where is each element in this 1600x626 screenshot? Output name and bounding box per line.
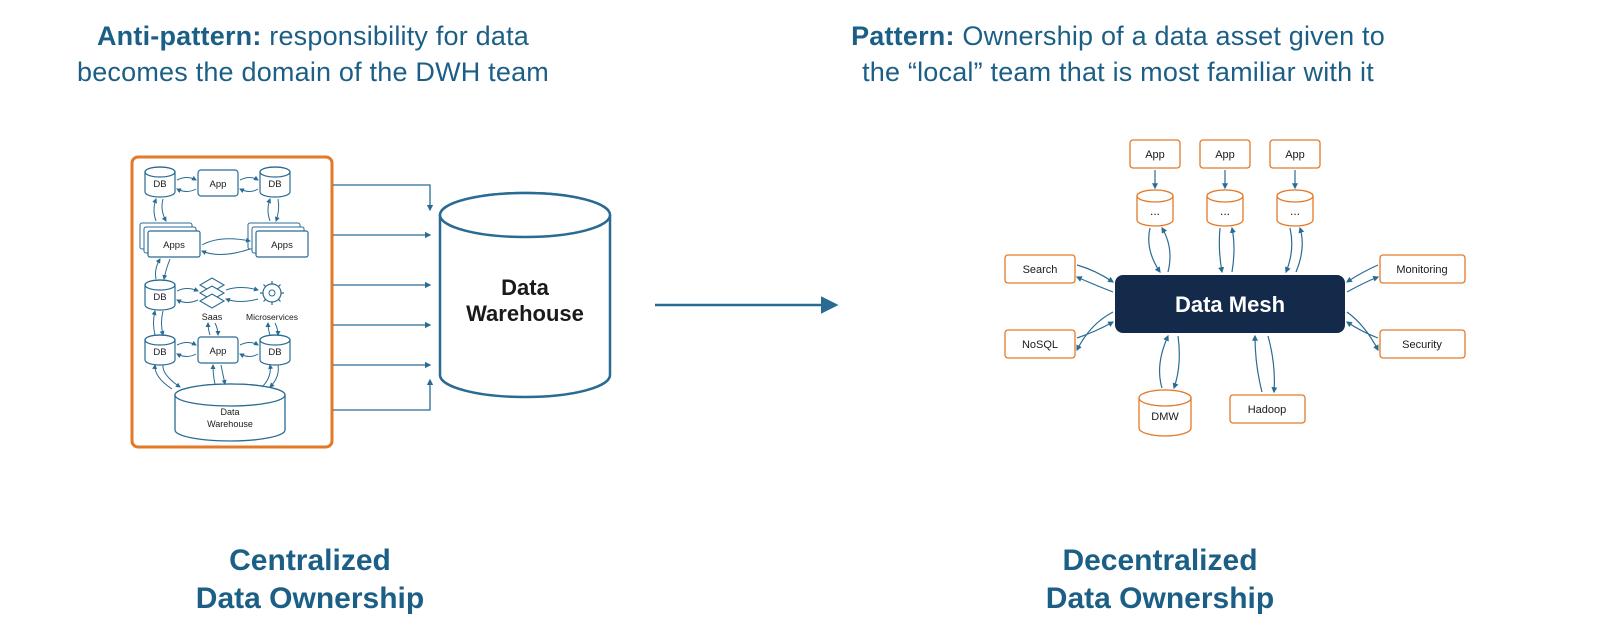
data-warehouse-cylinder: Data Warehouse <box>440 193 610 397</box>
svg-text:DB: DB <box>153 347 166 358</box>
centralized-title: Centralized Data Ownership <box>130 542 490 617</box>
db-node-2: DB <box>260 167 290 197</box>
app-node-bottom: App <box>198 337 238 363</box>
big-dw-label-1: Data <box>501 275 549 300</box>
svg-text:DB: DB <box>153 179 166 190</box>
svg-text:Data: Data <box>220 407 239 417</box>
pattern-label: Pattern: <box>851 21 955 51</box>
decentralized-diagram: App App App ... ... <box>950 130 1510 490</box>
small-dw-cylinder: Data Warehouse <box>175 384 285 441</box>
svg-text:Data Mesh: Data Mesh <box>1175 292 1285 317</box>
svg-text:Warehouse: Warehouse <box>207 419 253 429</box>
app-node-top: App <box>198 170 238 196</box>
svg-text:App: App <box>210 179 227 190</box>
pattern-text-line2: the “local” team that is most familiar w… <box>862 57 1374 87</box>
centralized-line2: Data Ownership <box>196 582 424 615</box>
anti-pattern-text-line1: responsibility for data <box>262 21 529 51</box>
svg-text:NoSQL: NoSQL <box>1022 339 1058 351</box>
centralized-line1: Centralized <box>229 544 391 577</box>
transition-arrow-icon <box>655 295 845 315</box>
mesh-cyl-3: ... <box>1277 190 1313 226</box>
search-node: Search <box>1005 255 1075 283</box>
svg-text:Search: Search <box>1023 264 1058 276</box>
svg-text:Apps: Apps <box>163 240 185 251</box>
svg-text:App: App <box>1285 149 1305 161</box>
svg-text:App: App <box>1145 149 1165 161</box>
anti-pattern-label: Anti-pattern: <box>97 21 262 51</box>
anti-pattern-heading: Anti-pattern: responsibility for data be… <box>20 18 606 91</box>
mesh-app-1: App <box>1130 140 1180 168</box>
svg-text:Saas: Saas <box>202 312 223 322</box>
monitoring-node: Monitoring <box>1380 255 1465 283</box>
decentralized-title: Decentralized Data Ownership <box>960 542 1360 617</box>
svg-text:...: ... <box>1220 204 1230 218</box>
db-node-4: DB <box>145 335 175 365</box>
saas-node: Saas <box>200 278 224 322</box>
decentralized-line1: Decentralized <box>1062 544 1257 577</box>
svg-text:...: ... <box>1290 204 1300 218</box>
mesh-cyl-1: ... <box>1137 190 1173 226</box>
svg-text:DB: DB <box>268 179 281 190</box>
decentralized-line2: Data Ownership <box>1046 582 1274 615</box>
anti-pattern-text-line2: becomes the domain of the DWH team <box>77 57 549 87</box>
svg-text:...: ... <box>1150 204 1160 218</box>
nosql-node: NoSQL <box>1005 330 1075 358</box>
mesh-app-3: App <box>1270 140 1320 168</box>
svg-text:App: App <box>1215 149 1235 161</box>
db-node-1: DB <box>145 167 175 197</box>
apps-stack-right: Apps <box>248 223 308 257</box>
svg-text:Security: Security <box>1402 339 1442 351</box>
apps-stack-left: Apps <box>140 223 200 257</box>
microservices-node: Microservices <box>246 281 298 322</box>
svg-text:DMW: DMW <box>1151 411 1179 423</box>
data-mesh-core: Data Mesh <box>1115 275 1345 333</box>
svg-text:Microservices: Microservices <box>246 312 298 322</box>
dmw-node: DMW <box>1139 390 1191 436</box>
svg-text:Apps: Apps <box>271 240 293 251</box>
hadoop-node: Hadoop <box>1230 395 1305 423</box>
mesh-cyl-2: ... <box>1207 190 1243 226</box>
svg-text:DB: DB <box>268 347 281 358</box>
security-node: Security <box>1380 330 1465 358</box>
svg-text:Hadoop: Hadoop <box>1248 404 1287 416</box>
centralized-diagram: Data Warehouse DB App <box>130 155 640 475</box>
svg-text:App: App <box>210 346 227 357</box>
db-node-5: DB <box>260 335 290 365</box>
mesh-app-2: App <box>1200 140 1250 168</box>
big-dw-label-2: Warehouse <box>466 301 584 326</box>
app-to-cyl-arrows <box>1155 170 1295 188</box>
source-to-dw-arrows <box>333 185 430 410</box>
pattern-heading: Pattern: Ownership of a data asset given… <box>658 18 1578 91</box>
svg-text:DB: DB <box>153 292 166 303</box>
svg-text:Monitoring: Monitoring <box>1396 264 1447 276</box>
pattern-text-line1: Ownership of a data asset given to <box>955 21 1385 51</box>
db-node-3: DB <box>145 280 175 310</box>
